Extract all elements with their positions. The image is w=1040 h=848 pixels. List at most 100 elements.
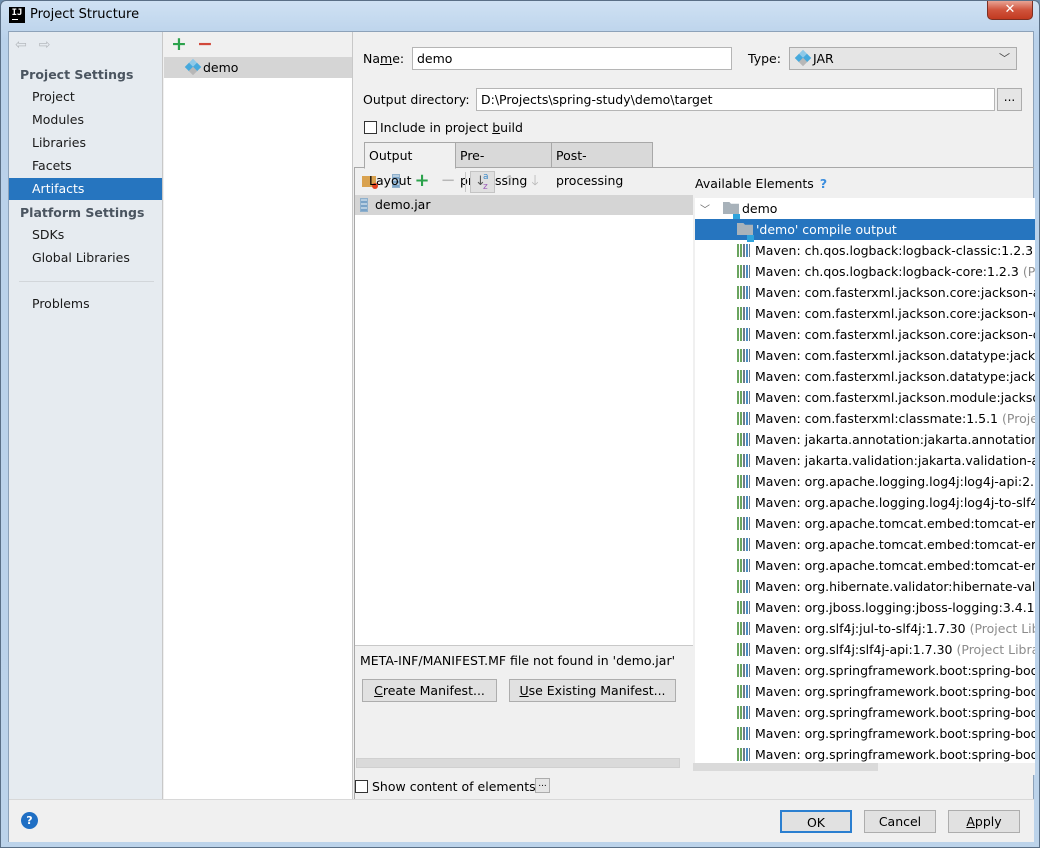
show-content-options-button[interactable]: ... [535,778,550,793]
sidebar-item-libraries[interactable]: Libraries [9,132,162,154]
tab-output-layout[interactable]: Output Layout [364,142,456,188]
tree-item-library[interactable]: Maven: org.apache.logging.log4j:log4j-to… [695,492,1035,513]
include-in-build-label: Include in project build [380,120,523,135]
tree-item-library[interactable]: Maven: org.apache.tomcat.embed:tomcat-em… [695,513,1035,534]
tree-item-library[interactable]: Maven: jakarta.annotation:jakarta.annota… [695,429,1035,450]
move-down-icon[interactable]: 🡓 [526,172,544,190]
sidebar-item-modules[interactable]: Modules [9,109,162,131]
tree-item-library[interactable]: Maven: com.fasterxml.jackson.core:jackso… [695,324,1035,345]
sidebar-item-facets[interactable]: Facets [9,155,162,177]
library-name: Maven: org.springframework.boot:spring-b… [755,663,1035,678]
help-icon[interactable]: ? [21,812,38,829]
library-icon [737,496,751,509]
show-content-checkbox[interactable] [355,780,368,793]
type-select[interactable]: JAR ﹀ [789,47,1017,70]
sidebar-item-global-libraries[interactable]: Global Libraries [9,247,162,269]
library-name: Maven: org.apache.tomcat.embed:tomcat-em… [755,516,1035,531]
horizontal-scrollbar[interactable] [356,758,680,768]
library-name: Maven: ch.qos.logback:logback-core:1.2.3 [755,264,1019,279]
library-icon [737,244,751,257]
output-layout-pane: + − ↓ az 🡑 🡓 demo.jar META-INF/MANIFEST.… [354,168,1035,799]
tree-item-library[interactable]: Maven: org.slf4j:slf4j-api:1.7.30 (Projec… [695,639,1035,660]
remove-artifact-icon[interactable]: − [197,33,213,55]
sidebar-item-sdks[interactable]: SDKs [9,224,162,246]
library-icon [737,328,751,341]
library-icon [737,412,751,425]
cancel-button[interactable]: Cancel [864,810,936,833]
sidebar-item-artifacts[interactable]: Artifacts [9,178,162,200]
tree-item-library[interactable]: Maven: com.fasterxml.jackson.datatype:ja… [695,366,1035,387]
title-bar: IJ Project Structure ✕ [1,1,1039,31]
library-name: Maven: com.fasterxml.jackson.datatype:ja… [755,348,1035,363]
library-icon [737,622,751,635]
library-scope: (Project Library) [969,621,1035,636]
tree-item-library[interactable]: Maven: ch.qos.logback:logback-classic:1.… [695,240,1035,261]
close-button[interactable]: ✕ [987,1,1033,20]
remove-element-icon[interactable]: − [439,172,457,190]
tree-item-library[interactable]: Maven: org.apache.tomcat.embed:tomcat-em… [695,555,1035,576]
tab-pre-processing[interactable]: Pre-processing [455,142,552,188]
add-element-icon[interactable]: + [413,172,431,190]
browse-button[interactable]: ... [997,88,1022,111]
library-name: Maven: com.fasterxml.jackson.core:jackso… [755,306,1035,321]
show-content-label: Show content of elements [372,779,536,794]
include-in-build-checkbox[interactable] [364,121,377,134]
tree-item-library[interactable]: Maven: org.jboss.logging:jboss-logging:3… [695,597,1035,618]
tree-item-library[interactable]: Maven: org.hibernate.validator:hibernate… [695,576,1035,597]
tree-item-library[interactable]: Maven: jakarta.validation:jakarta.valida… [695,450,1035,471]
intellij-app-icon: IJ [9,7,25,23]
sort-az-icon: az [483,172,489,192]
tree-item-library[interactable]: Maven: ch.qos.logback:logback-core:1.2.3… [695,261,1035,282]
library-name: Maven: com.fasterxml.jackson.core:jackso… [755,327,1035,342]
tree-item-demo-jar[interactable]: demo.jar [355,195,693,215]
tree-item-library[interactable]: Maven: org.apache.logging.log4j:log4j-ap… [695,471,1035,492]
forward-arrow-icon[interactable]: ⇨ [39,37,63,53]
library-name: Maven: jakarta.validation:jakarta.valida… [755,453,1035,468]
use-existing-manifest-button[interactable]: Use Existing Manifest... [509,679,676,702]
tree-item-library[interactable]: Maven: org.slf4j:jul-to-slf4j:1.7.30 (Pro… [695,618,1035,639]
sidebar-item-problems[interactable]: Problems [9,293,162,315]
tree-item-library[interactable]: Maven: com.fasterxml.jackson.core:jackso… [695,303,1035,324]
library-icon [737,391,751,404]
move-up-icon[interactable]: 🡑 [500,172,518,190]
tree-item-library[interactable]: Maven: org.springframework.boot:spring-b… [695,681,1035,702]
tree-item-library[interactable]: Maven: org.apache.tomcat.embed:tomcat-em… [695,534,1035,555]
apply-button[interactable]: Apply [948,810,1020,833]
tree-item-compile-output[interactable]: 'demo' compile output [695,219,1035,242]
add-artifact-icon[interactable]: + [171,33,187,55]
tree-item-library[interactable]: Maven: org.springframework.boot:spring-b… [695,744,1035,763]
project-structure-window: IJ Project Structure ✕ ⇦⇨ Project Settin… [0,0,1040,848]
back-arrow-icon[interactable]: ⇦ [15,37,39,53]
chevron-down-icon[interactable]: ﹀ [697,200,713,221]
compile-output-label: 'demo' compile output [756,222,897,237]
window-title: Project Structure [30,7,140,22]
output-folder-icon [737,219,756,242]
right-horizontal-scrollbar[interactable] [693,763,878,771]
library-name: Maven: org.slf4j:slf4j-api:1.7.30 [755,642,953,657]
tree-item-library[interactable]: Maven: com.fasterxml.jackson.core:jackso… [695,282,1035,303]
help-question-icon[interactable]: ? [820,176,827,191]
ok-button[interactable]: OK [780,810,852,833]
library-scope: (Project Library) [1022,264,1035,279]
name-input[interactable]: demo [412,47,732,70]
chevron-down-icon: ﹀ [999,52,1010,65]
tree-item-library[interactable]: Maven: com.fasterxml:classmate:1.5.1 (Pro… [695,408,1035,429]
library-name: Maven: org.springframework.boot:spring-b… [755,747,1035,762]
tree-item-library[interactable]: Maven: org.springframework.boot:spring-b… [695,723,1035,744]
tree-item-library[interactable]: Maven: org.springframework.boot:spring-b… [695,660,1035,681]
library-icon [737,475,751,488]
tab-post-processing[interactable]: Post-processing [551,142,653,188]
library-icon [737,286,751,299]
artifact-item-demo[interactable]: demo [164,57,352,78]
tree-item-library[interactable]: Maven: com.fasterxml.jackson.datatype:ja… [695,345,1035,366]
sort-elements-button[interactable]: ↓ az [470,171,495,193]
library-name: Maven: com.fasterxml:classmate:1.5.1 [755,411,999,426]
create-manifest-button[interactable]: Create Manifest... [362,679,497,702]
tree-item-library[interactable]: Maven: org.springframework.boot:spring-b… [695,702,1035,723]
library-scope: (Project Library) [1002,411,1035,426]
tree-item-library[interactable]: Maven: com.fasterxml.jackson.module:jack… [695,387,1035,408]
tree-item-demo-module[interactable]: ﹀ demo [695,198,1035,221]
library-name: Maven: org.springframework.boot:spring-b… [755,684,1035,699]
output-directory-input[interactable]: D:\Projects\spring-study\demo\target [476,88,995,111]
sidebar-item-project[interactable]: Project [9,86,162,108]
